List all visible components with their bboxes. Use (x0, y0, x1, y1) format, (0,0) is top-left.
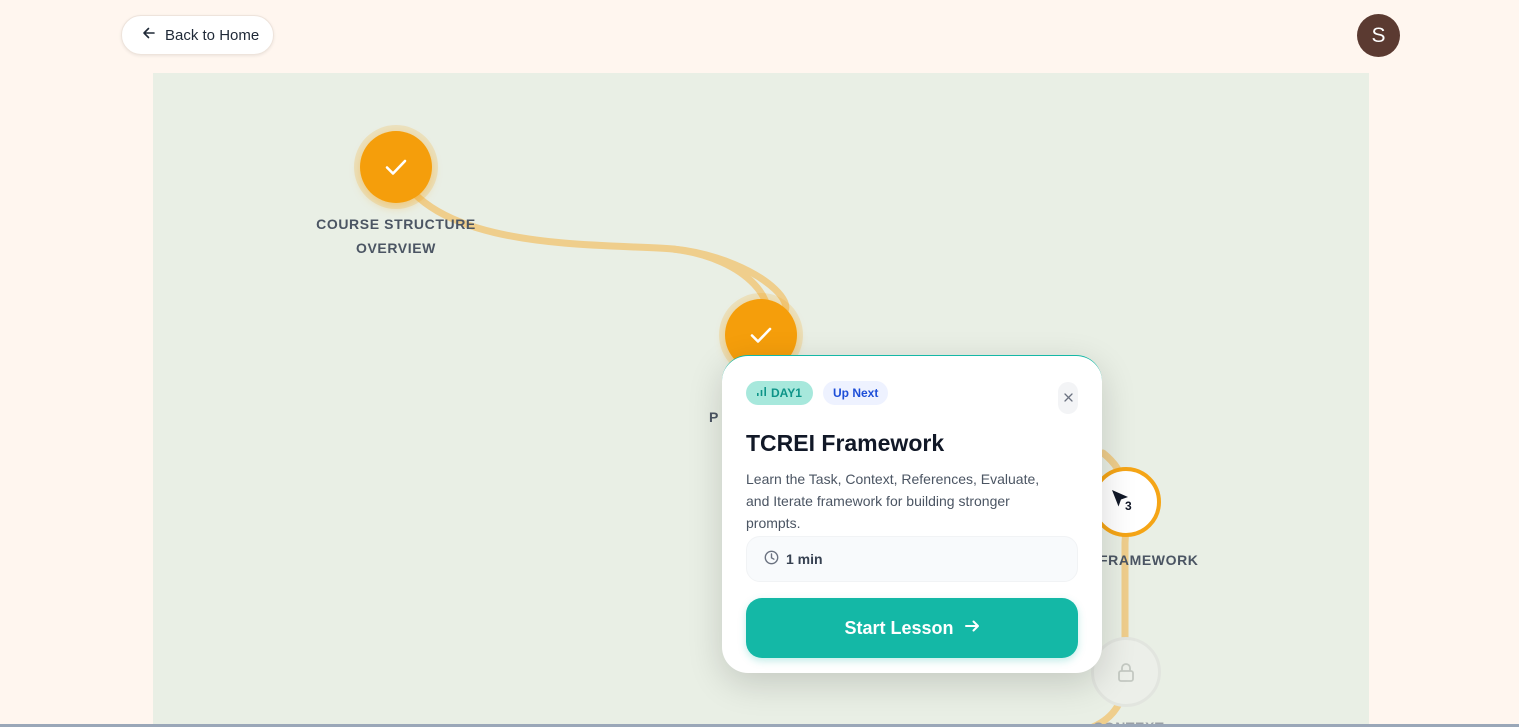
lesson-node-3-number: 3 (1125, 499, 1132, 513)
lesson-popup: DAY1 Up Next TCREI Framework Learn the T… (722, 355, 1102, 673)
check-icon (748, 322, 774, 348)
up-next-badge: Up Next (823, 381, 889, 405)
lesson-node-1[interactable] (360, 131, 432, 203)
start-lesson-label: Start Lesson (844, 617, 954, 638)
day-badge: DAY1 (746, 381, 813, 405)
lesson-description: Learn the Task, Context, References, Eva… (746, 471, 1040, 531)
page: Back to Home S COURSE STRUCTURE OVERVIEW… (0, 0, 1519, 727)
back-to-home-label: Back to Home (165, 26, 260, 44)
arrow-left-icon (142, 26, 156, 44)
top-bar: Back to Home S (0, 0, 1519, 72)
lesson-title: TCREI Framework (746, 430, 945, 456)
back-to-home-button[interactable]: Back to Home (121, 15, 274, 55)
arrow-right-icon (964, 618, 980, 639)
lesson-node-1-label: COURSE STRUCTURE OVERVIEW (316, 216, 476, 256)
signal-bars-icon (756, 386, 767, 400)
lesson-node-3-label: FRAMEWORK (1099, 552, 1199, 568)
clock-icon (764, 550, 779, 568)
avatar[interactable]: S (1357, 14, 1400, 57)
check-icon (383, 154, 409, 180)
lesson-duration: 1 min (746, 536, 1078, 582)
day-badge-label: DAY1 (771, 386, 802, 400)
start-lesson-button[interactable]: Start Lesson (746, 598, 1078, 658)
close-icon (1063, 389, 1073, 407)
close-button[interactable] (1058, 382, 1078, 414)
lesson-duration-value: 1 min (786, 551, 823, 567)
lock-icon (1115, 661, 1137, 683)
